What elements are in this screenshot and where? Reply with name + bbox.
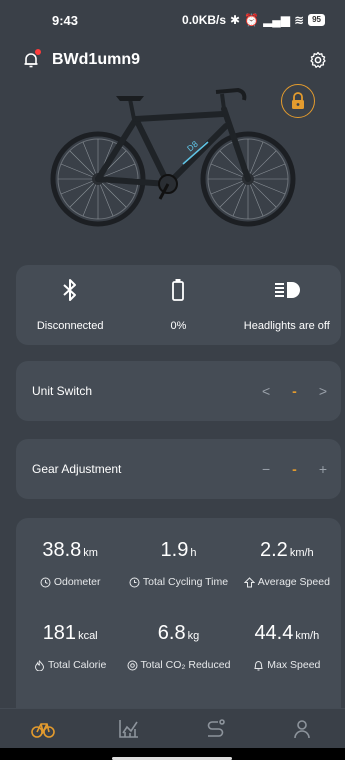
chart-icon (119, 719, 139, 738)
tab-statistics[interactable] (109, 714, 149, 744)
bike-image: D8 (48, 84, 298, 234)
co2-icon (127, 660, 138, 670)
unit-switch-control: < - > (262, 383, 327, 399)
stat-value: 1.9 (160, 539, 189, 561)
battery-icon (172, 278, 185, 302)
stat-average-speed: 2.2 km/h Average Speed (233, 536, 341, 619)
unit-switch-row: Unit Switch < - > (16, 361, 341, 421)
stat-value: 6.8 (157, 622, 186, 644)
stat-max-speed: 44.4 km/h Max Speed (233, 619, 341, 702)
unit-next-button[interactable]: > (319, 383, 327, 399)
stat-unit: km/h (295, 630, 320, 642)
stat-value-row: 181 kcal (43, 619, 98, 647)
notification-bell-icon[interactable] (22, 49, 41, 69)
headlight-status[interactable]: Headlights are off (233, 265, 341, 345)
stat-value-row: 44.4 km/h (254, 619, 319, 647)
stat-caption: Average Speed (257, 576, 330, 588)
tab-bike[interactable] (23, 714, 63, 744)
system-navigation-bar (0, 748, 345, 760)
stat-unit: kcal (78, 630, 98, 642)
bike-icon (31, 722, 55, 738)
bluetooth-icon (62, 278, 78, 302)
signal-icon: ▂▄▆ (263, 13, 291, 27)
bluetooth-status-label: Disconnected (36, 320, 104, 332)
stat-caption: Max Speed (267, 659, 321, 671)
stat-unit: kg (187, 630, 200, 642)
stat-value: 38.8 (42, 539, 82, 561)
battery-icon: 95 (308, 14, 325, 26)
ride-stats-card: 38.8 km Odometer 1.9 h Total Cycling Time … (16, 518, 341, 708)
headlight-status-label: Headlights are off (243, 320, 330, 332)
stat-total-co2-reduced: 6.8 kg Total CO₂ Reduced (124, 619, 232, 702)
app-header: BWd1umn9 (0, 44, 345, 76)
battery-status: 0% (124, 265, 232, 345)
wifi-icon: ≋ (294, 13, 305, 27)
stat-value-row: 1.9 h (161, 536, 197, 564)
stat-total-cycling-time: 1.9 h Total Cycling Time (124, 536, 232, 619)
clock: 9:43 (52, 12, 79, 28)
stat-value-row: 38.8 km (42, 536, 98, 564)
gear-adjustment-row: Gear Adjustment − - + (16, 439, 341, 499)
flame-icon (34, 659, 44, 671)
gear-value: - (292, 461, 297, 477)
bottom-tab-bar (0, 708, 345, 748)
alarm-icon: ⏰ (244, 13, 260, 27)
gear-increase-button[interactable]: + (319, 461, 327, 477)
battery-level-label: 0% (170, 320, 187, 332)
unit-switch-label: Unit Switch (32, 384, 93, 398)
bluetooth-status-icon: ✱ (230, 13, 241, 27)
unit-prev-button[interactable]: < (262, 383, 270, 399)
status-icons: 0.0KB/s ✱ ⏰ ▂▄▆ ≋ 95 (182, 13, 325, 27)
route-icon (207, 718, 225, 737)
tab-routes[interactable] (196, 714, 236, 744)
stat-value: 44.4 (254, 622, 294, 644)
clock-icon (40, 577, 51, 587)
stat-caption: Total Calorie (47, 659, 107, 671)
lock-button[interactable] (281, 84, 315, 118)
connection-status-card: Disconnected 0% Headlights are off (16, 265, 341, 345)
stat-value-row: 2.2 km/h (260, 536, 314, 564)
gear-adjustment-control: − - + (262, 461, 327, 477)
gear-adjustment-label: Gear Adjustment (32, 462, 122, 476)
time-icon (129, 577, 140, 587)
notification-dot (35, 49, 41, 55)
stat-value-row: 6.8 kg (158, 619, 199, 647)
stat-value: 2.2 (260, 539, 288, 561)
stat-unit: h (190, 547, 197, 559)
stat-caption: Total CO₂ Reduced (140, 659, 231, 671)
tab-profile[interactable] (282, 714, 322, 744)
settings-gear-icon[interactable] (309, 51, 327, 69)
unit-switch-value: - (292, 383, 297, 399)
stat-odometer: 38.8 km Odometer (16, 536, 124, 619)
stat-caption: Total Cycling Time (142, 576, 229, 588)
stat-unit: km (83, 547, 98, 559)
stat-value: 181 (42, 622, 77, 644)
bluetooth-status[interactable]: Disconnected (16, 265, 124, 345)
profile-icon (294, 719, 310, 738)
stat-caption: Odometer (53, 576, 101, 588)
device-name[interactable]: BWd1umn9 (52, 51, 309, 69)
stat-unit: km/h (289, 547, 314, 559)
system-status-bar: 9:43 0.0KB/s ✱ ⏰ ▂▄▆ ≋ 95 (0, 0, 345, 40)
stat-total-calorie: 181 kcal Total Calorie (16, 619, 124, 702)
gear-decrease-button[interactable]: − (262, 461, 270, 477)
network-speed: 0.0KB/s (182, 13, 227, 27)
lock-icon (292, 92, 304, 109)
speedometer-icon (254, 660, 263, 670)
speed-arrow-icon (243, 576, 255, 587)
headlight-icon (274, 278, 300, 302)
